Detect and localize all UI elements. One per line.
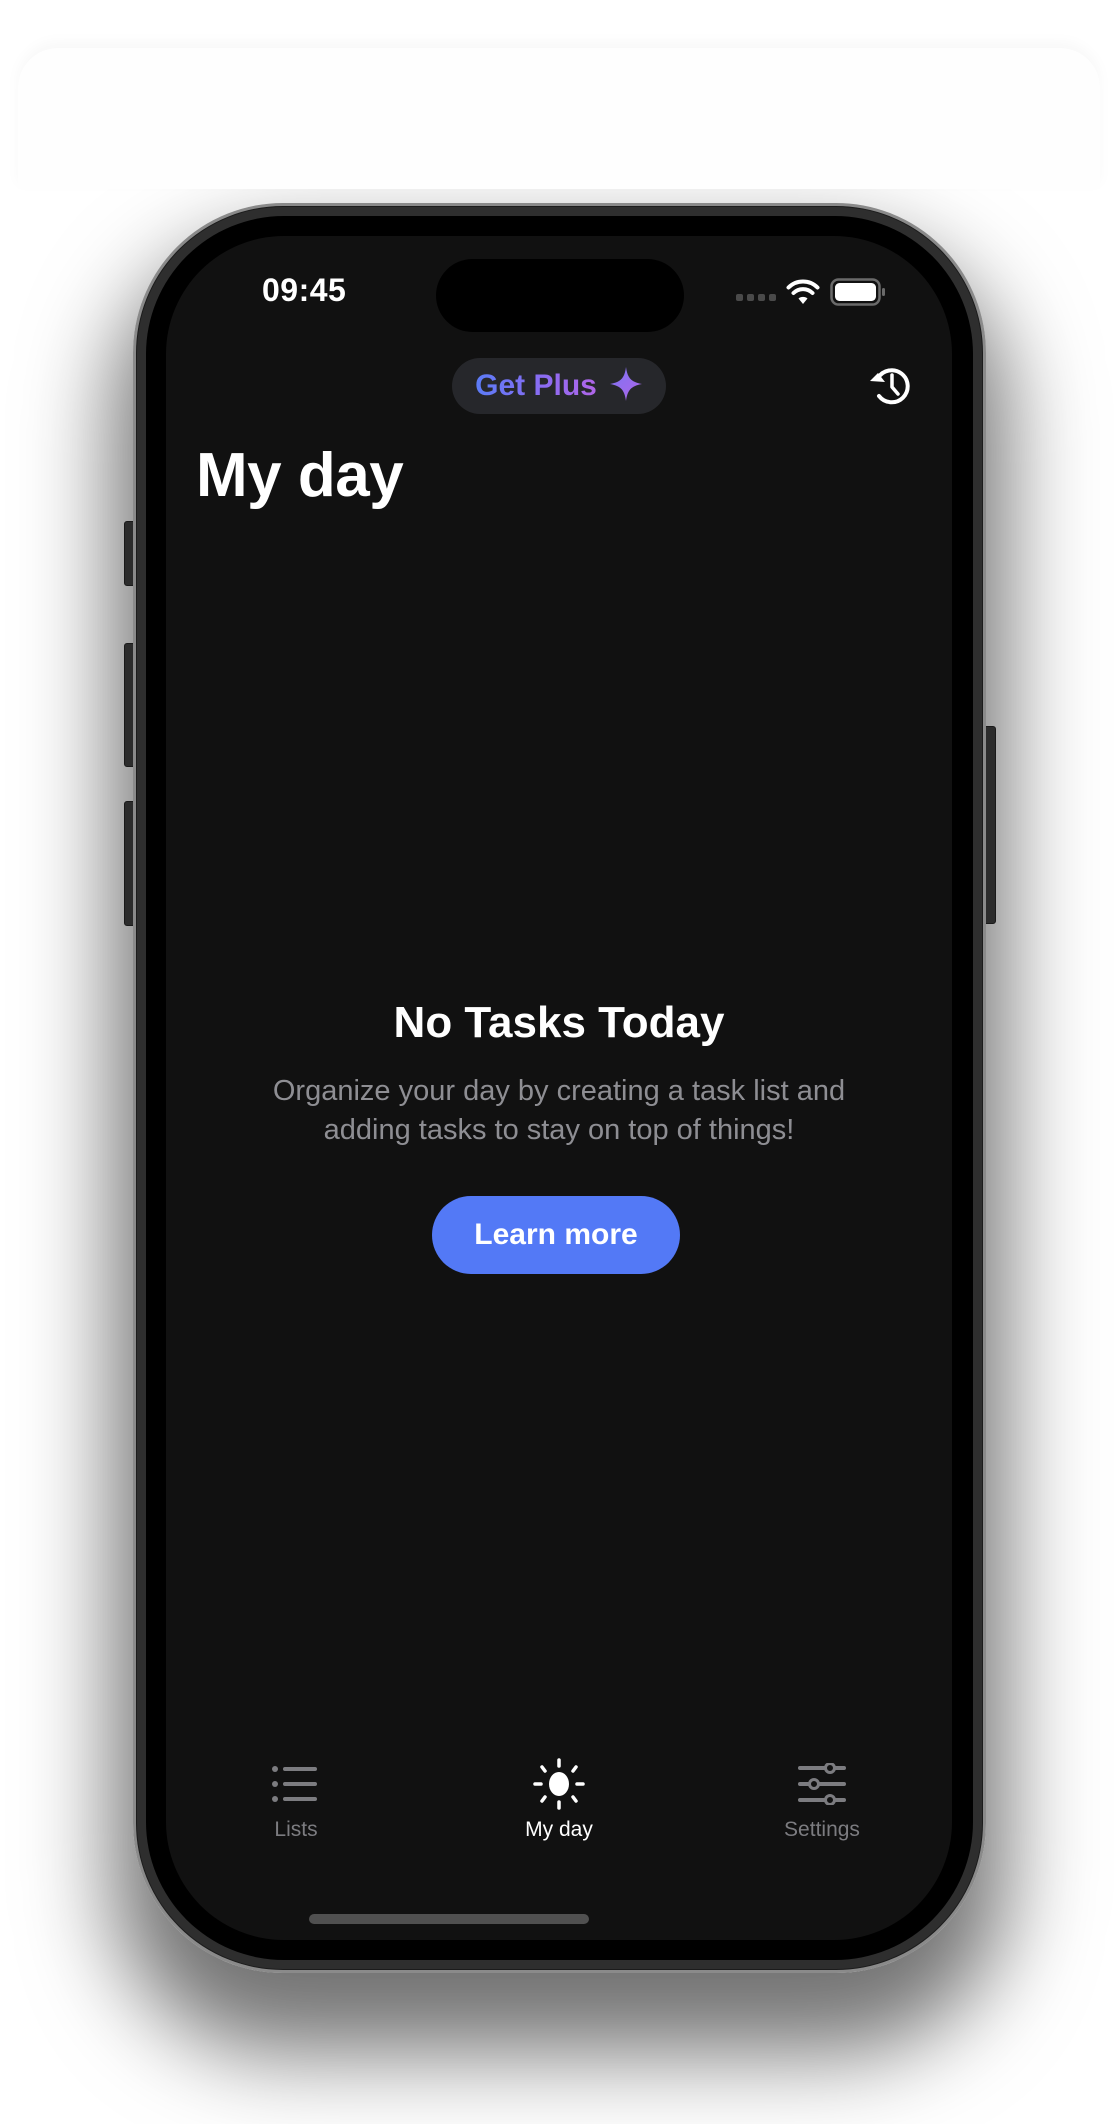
- status-icons: [736, 278, 886, 306]
- history-button[interactable]: [866, 362, 914, 410]
- tab-lists[interactable]: Lists: [216, 1756, 376, 1842]
- get-plus-label: Get Plus: [475, 369, 597, 402]
- learn-more-button[interactable]: Learn more: [432, 1196, 680, 1274]
- get-plus-button[interactable]: Get Plus: [452, 358, 666, 414]
- page-title: My day: [196, 441, 404, 510]
- app-screen: 09:45 Get Plus My day No Tasks Today Org…: [166, 236, 952, 1940]
- list-icon: [216, 1756, 376, 1812]
- wifi-icon: [786, 279, 820, 305]
- tab-my-day[interactable]: My day: [479, 1756, 639, 1842]
- home-indicator[interactable]: [309, 1914, 589, 1924]
- battery-icon: [830, 278, 886, 306]
- tab-settings[interactable]: Settings: [742, 1756, 902, 1842]
- sun-icon: [479, 1756, 639, 1812]
- sparkle-icon: [609, 366, 643, 407]
- tab-label: My day: [525, 1818, 593, 1841]
- cellular-signal-icon: [736, 293, 776, 301]
- sliders-icon: [742, 1756, 902, 1812]
- history-icon: [870, 368, 910, 405]
- dynamic-island: [436, 259, 684, 332]
- empty-state-title: No Tasks Today: [393, 998, 725, 1047]
- tab-bar: Lists My day Settings: [166, 1756, 952, 1866]
- tab-label: Settings: [784, 1818, 860, 1841]
- backdrop-band: [18, 48, 1100, 189]
- tab-label: Lists: [274, 1818, 318, 1841]
- empty-state: No Tasks Today Organize your day by crea…: [166, 998, 952, 1150]
- status-time: 09:45: [262, 272, 347, 308]
- empty-state-description: Organize your day by creating a task lis…: [272, 1075, 846, 1146]
